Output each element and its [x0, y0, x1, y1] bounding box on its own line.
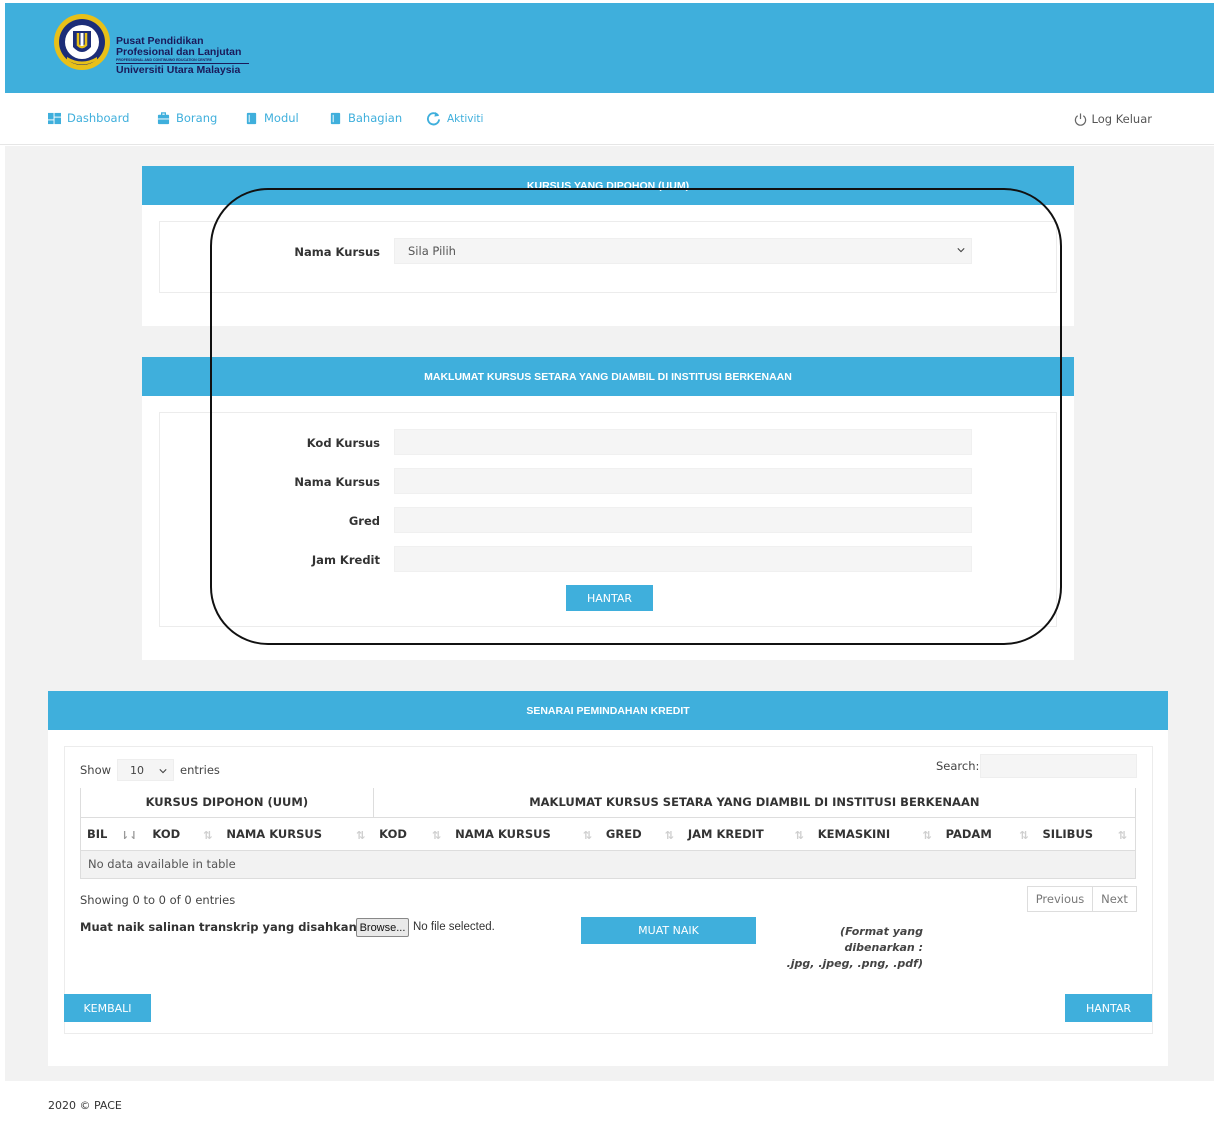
equivalent-course-title: MAKLUMAT KURSUS SETARA YANG DIAMBIL DI I…	[142, 357, 1074, 396]
logo-line-2: Profesional dan Lanjutan	[116, 46, 242, 58]
back-button[interactable]: KEMBALI	[64, 994, 151, 1022]
chevron-down-icon	[159, 769, 167, 774]
no-file-selected-text: No file selected.	[413, 921, 495, 933]
table-column-header: BIL ⇂⇃ KOD ⇅ NAMA KURSUS ⇅ KOD ⇅ NAMA KURSUS…	[80, 817, 1136, 851]
sort-icon: ⇅	[582, 828, 592, 842]
col-jam-kredit[interactable]: JAM KREDIT ⇅	[681, 817, 812, 851]
power-icon	[1074, 112, 1086, 126]
table-row: No data available in table	[80, 850, 1136, 879]
col-nama-kursus-equiv[interactable]: NAMA KURSUS ⇅	[449, 817, 600, 851]
entries-select-value: 10	[130, 763, 145, 777]
show-label: Show	[80, 763, 112, 777]
sort-icon: ⇅	[664, 828, 674, 842]
sort-icon: ⇅	[1019, 828, 1029, 842]
equiv-course-name-label: Nama Kursus	[294, 475, 380, 489]
col-silibus[interactable]: SILIBUS ⇅	[1036, 817, 1136, 851]
previous-page-button[interactable]: Previous	[1028, 887, 1093, 911]
col-gred[interactable]: GRED ⇅	[599, 817, 682, 851]
nav-aktiviti-label: Aktiviti	[447, 112, 484, 125]
applied-course-form: Nama Kursus Sila Pilih	[159, 221, 1057, 293]
upload-transcript-label: Muat naik salinan transkrip yang disahka…	[80, 920, 357, 934]
nav-bahagian[interactable]: Bahagian	[329, 111, 402, 125]
table-group-header: KURSUS DIPOHON (UUM) MAKLUMAT KURSUS SET…	[80, 788, 1137, 818]
pagination: Previous Next	[1027, 886, 1137, 912]
group-equivalent-course: MAKLUMAT KURSUS SETARA YANG DIAMBIL DI I…	[372, 788, 1137, 818]
course-name-label: Nama Kursus	[294, 245, 380, 259]
sort-icon: ⇅	[355, 828, 366, 842]
allowed-format-line-1: (Format yang dibenarkan :	[840, 925, 923, 954]
col-nama-kursus-uum[interactable]: NAMA KURSUS ⇅	[220, 817, 374, 851]
final-submit-button[interactable]: HANTAR	[1065, 994, 1152, 1022]
nav-dashboard-label: Dashboard	[67, 111, 130, 125]
allowed-format-note: (Format yang dibenarkan : .jpg, .jpeg, .…	[774, 924, 923, 972]
col-bil[interactable]: BIL ⇂⇃	[80, 817, 147, 851]
upload-button[interactable]: MUAT NAIK	[581, 917, 756, 944]
next-page-button[interactable]: Next	[1093, 887, 1136, 911]
course-select-value: Sila Pilih	[408, 244, 456, 258]
show-entries-control: Show 10 entries	[80, 759, 220, 781]
col-kod-uum[interactable]: KOD ⇅	[146, 817, 221, 851]
logout-link[interactable]: Log Keluar	[1074, 112, 1153, 126]
credit-hours-label: Jam Kredit	[311, 553, 380, 567]
submit-equivalent-button[interactable]: HANTAR	[566, 585, 653, 611]
search-label: Search:	[936, 759, 980, 773]
course-name-select[interactable]: Sila Pilih	[394, 238, 972, 264]
credit-hours-input[interactable]	[394, 546, 972, 572]
nav-borang-label: Borang	[176, 111, 218, 125]
refresh-icon	[427, 111, 441, 126]
allowed-format-line-2: .jpg, .jpeg, .png, .pdf)	[786, 957, 923, 970]
nav-bahagian-label: Bahagian	[348, 111, 403, 125]
logout-label: Log Keluar	[1091, 112, 1153, 126]
sort-icon: ⇅	[922, 828, 932, 842]
col-kod-equiv[interactable]: KOD ⇅	[373, 817, 450, 851]
footer-copyright: 2020 © PACE	[48, 1099, 122, 1112]
book-icon	[246, 112, 257, 124]
browse-file-button[interactable]: Browse...	[356, 918, 409, 937]
entries-select[interactable]: 10	[117, 759, 175, 781]
applied-course-panel: KURSUS YANG DIPOHON (UUM) Nama Kursus Si…	[142, 166, 1074, 326]
sort-icon: ⇅	[794, 828, 804, 842]
entries-label: entries	[180, 763, 220, 777]
sort-icon: ⇅	[1117, 828, 1127, 842]
sort-icon: ⇅	[203, 828, 213, 842]
dashboard-icon	[48, 112, 61, 124]
chevron-down-icon	[957, 248, 965, 253]
nav-modul-label: Modul	[264, 111, 299, 125]
course-code-input[interactable]	[394, 429, 972, 455]
nav-borang[interactable]: Borang	[157, 111, 217, 125]
nav-dashboard[interactable]: Dashboard	[48, 111, 129, 125]
nav-modul[interactable]: Modul	[245, 111, 299, 125]
sort-asc-icon: ⇂⇃	[119, 828, 139, 842]
sort-icon: ⇅	[431, 828, 442, 842]
search-input[interactable]	[980, 754, 1137, 778]
course-code-label: Kod Kursus	[306, 436, 380, 450]
group-applied-course: KURSUS DIPOHON (UUM)	[80, 788, 374, 818]
empty-table-message: No data available in table	[80, 850, 1136, 879]
grade-input[interactable]	[394, 507, 972, 533]
uum-seal-icon	[54, 14, 110, 70]
grade-label: Gred	[348, 514, 380, 528]
credit-transfer-panel: SENARAI PEMINDAHAN KREDIT	[48, 691, 1168, 1066]
col-padam[interactable]: PADAM ⇅	[939, 817, 1037, 851]
equivalent-course-panel: MAKLUMAT KURSUS SETARA YANG DIAMBIL DI I…	[142, 357, 1074, 660]
top-header-bar: Pusat Pendidikan Profesional dan Lanjuta…	[5, 3, 1214, 93]
credit-transfer-title: SENARAI PEMINDAHAN KREDIT	[48, 691, 1168, 730]
main-navbar: Dashboard Borang Modul Bahagian Aktiviti…	[0, 93, 1214, 145]
applied-course-title: KURSUS YANG DIPOHON (UUM)	[142, 166, 1074, 205]
col-kemaskini[interactable]: KEMASKINI ⇅	[811, 817, 940, 851]
book-icon	[330, 112, 341, 124]
equivalent-course-form: Kod Kursus Nama Kursus Gred Jam Kredit H…	[159, 412, 1057, 627]
showing-entries-info: Showing 0 to 0 of 0 entries	[80, 893, 236, 907]
equiv-course-name-input[interactable]	[394, 468, 972, 494]
nav-aktiviti[interactable]: Aktiviti	[426, 111, 483, 126]
credit-transfer-table: KURSUS DIPOHON (UUM) MAKLUMAT KURSUS SET…	[80, 788, 1137, 879]
logo-line-4: Universiti Utara Malaysia	[116, 64, 241, 76]
logo-text: Pusat Pendidikan Profesional dan Lanjuta…	[116, 36, 249, 76]
briefcase-icon	[157, 111, 170, 124]
